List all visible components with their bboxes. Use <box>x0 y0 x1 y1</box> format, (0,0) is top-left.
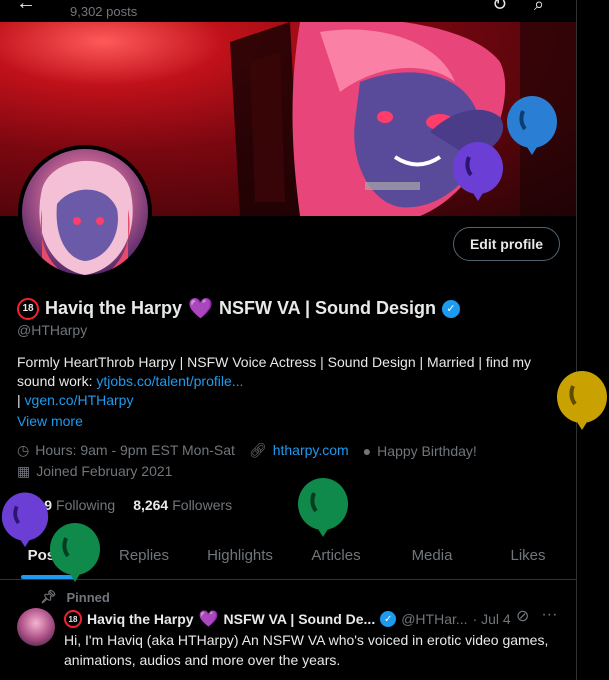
birthday-item: ● Happy Birthday! <box>363 443 477 459</box>
post-header: 18 Haviq the Harpy 💜 NSFW VA | Sound De.… <box>64 609 511 629</box>
calendar-icon: ▦ <box>17 463 31 479</box>
display-name-part1: Haviq the Harpy <box>45 298 183 318</box>
balloon-icon <box>1 492 49 548</box>
post-author-handle[interactable]: @HTHar... <box>401 611 467 627</box>
clock-icon: ◷ <box>17 442 30 458</box>
bio-text: | <box>17 392 25 408</box>
pinned-label: Pinned <box>66 589 110 605</box>
profile-avatar[interactable] <box>18 145 152 279</box>
post-author-avatar[interactable] <box>17 608 55 646</box>
balloon-icon <box>50 523 100 582</box>
balloon-small-icon: ● <box>362 442 372 459</box>
verified-badge-icon: ✓ <box>380 611 397 627</box>
profile-meta: ◷ Hours: 9am - 9pm EST Mon-Sat 🔗︎ htharpy.… <box>17 442 477 459</box>
bio-link-vgen[interactable]: vgen.co/HTHarpy <box>25 392 134 408</box>
age-restriction-badge: 18 <box>17 297 39 320</box>
hours-text: Hours: 9am - 9pm EST Mon-Sat <box>35 442 235 458</box>
profile-name: 18 Haviq the Harpy 💜 NSFW VA | Sound Des… <box>17 296 460 321</box>
bio-line-1: Formly HeartThrob Harpy | NSFW Voice Act… <box>17 354 532 370</box>
tab-articles[interactable]: Articles <box>288 532 384 579</box>
followers-count: 8,264 <box>133 497 169 513</box>
bio-link-ytjobs[interactable]: ytjobs.co/talent/profile... <box>96 373 243 389</box>
profile-bio: Formly HeartThrob Harpy | NSFW Voice Act… <box>17 353 562 410</box>
post-count: 9,302 posts <box>70 4 138 19</box>
post-author-name-rest[interactable]: NSFW VA | Sound De... <box>224 611 376 627</box>
verified-badge-icon[interactable]: ✓ <box>441 299 460 318</box>
profile-handle: @HTHarpy <box>17 322 88 338</box>
joined-item: ▦ Joined February 2021 <box>17 463 172 480</box>
tab-media[interactable]: Media <box>384 532 480 579</box>
post-actions: ⊘ ··· <box>516 606 557 626</box>
birthday-text: Happy Birthday! <box>377 442 477 459</box>
website-item: 🔗︎ htharpy.com <box>249 442 349 459</box>
tab-likes[interactable]: Likes <box>480 532 576 579</box>
post-date[interactable]: · Jul 4 <box>473 611 511 627</box>
arrow-left-icon[interactable]: ← <box>16 0 36 15</box>
balloon-icon <box>507 96 557 155</box>
joined-text: Joined February 2021 <box>36 463 173 479</box>
post-text: Hi, I'm Haviq (aka HTHarpy) An NSFW VA w… <box>64 632 549 668</box>
avatar-artwork <box>39 160 133 275</box>
pinned-indicator: 📌︎ Pinned <box>40 589 110 605</box>
link-icon: 🔗︎ <box>248 442 267 458</box>
purple-heart-icon: 💜 <box>188 298 213 320</box>
bio-line-2: sound work: ytjobs.co/talent/profile... <box>17 372 562 391</box>
hours-item: ◷ Hours: 9am - 9pm EST Mon-Sat <box>17 442 235 459</box>
bio-line-3: | vgen.co/HTHarpy <box>17 391 562 410</box>
following-label: Following <box>56 497 116 513</box>
profile-header: ← 9,302 posts ↻ ⌕ <box>0 0 576 22</box>
column-divider <box>576 0 577 680</box>
edit-profile-button[interactable]: Edit profile <box>453 227 560 261</box>
age-restriction-badge: 18 <box>64 610 82 628</box>
followers-link[interactable]: 8,264 Followers <box>133 497 232 513</box>
more-options-icon[interactable]: ··· <box>541 606 557 626</box>
website-link[interactable]: htharpy.com <box>273 442 349 458</box>
balloon-icon <box>453 142 503 201</box>
purple-heart-icon: 💜 <box>198 611 219 628</box>
bio-text: sound work: <box>17 373 97 389</box>
pin-icon: 📌︎ <box>40 589 57 604</box>
refresh-icon[interactable]: ↻ <box>492 0 507 15</box>
followers-label: Followers <box>172 497 233 513</box>
search-icon[interactable]: ⌕ <box>534 0 544 15</box>
display-name-part2: NSFW VA | Sound Design <box>218 298 436 318</box>
tab-highlights[interactable]: Highlights <box>192 532 288 579</box>
view-more-link[interactable]: View more <box>17 413 83 429</box>
grok-icon[interactable]: ⊘ <box>516 606 529 626</box>
post-author-name[interactable]: Haviq the Harpy <box>87 611 194 627</box>
balloon-icon <box>557 371 607 430</box>
tab-replies[interactable]: Replies <box>96 532 192 579</box>
